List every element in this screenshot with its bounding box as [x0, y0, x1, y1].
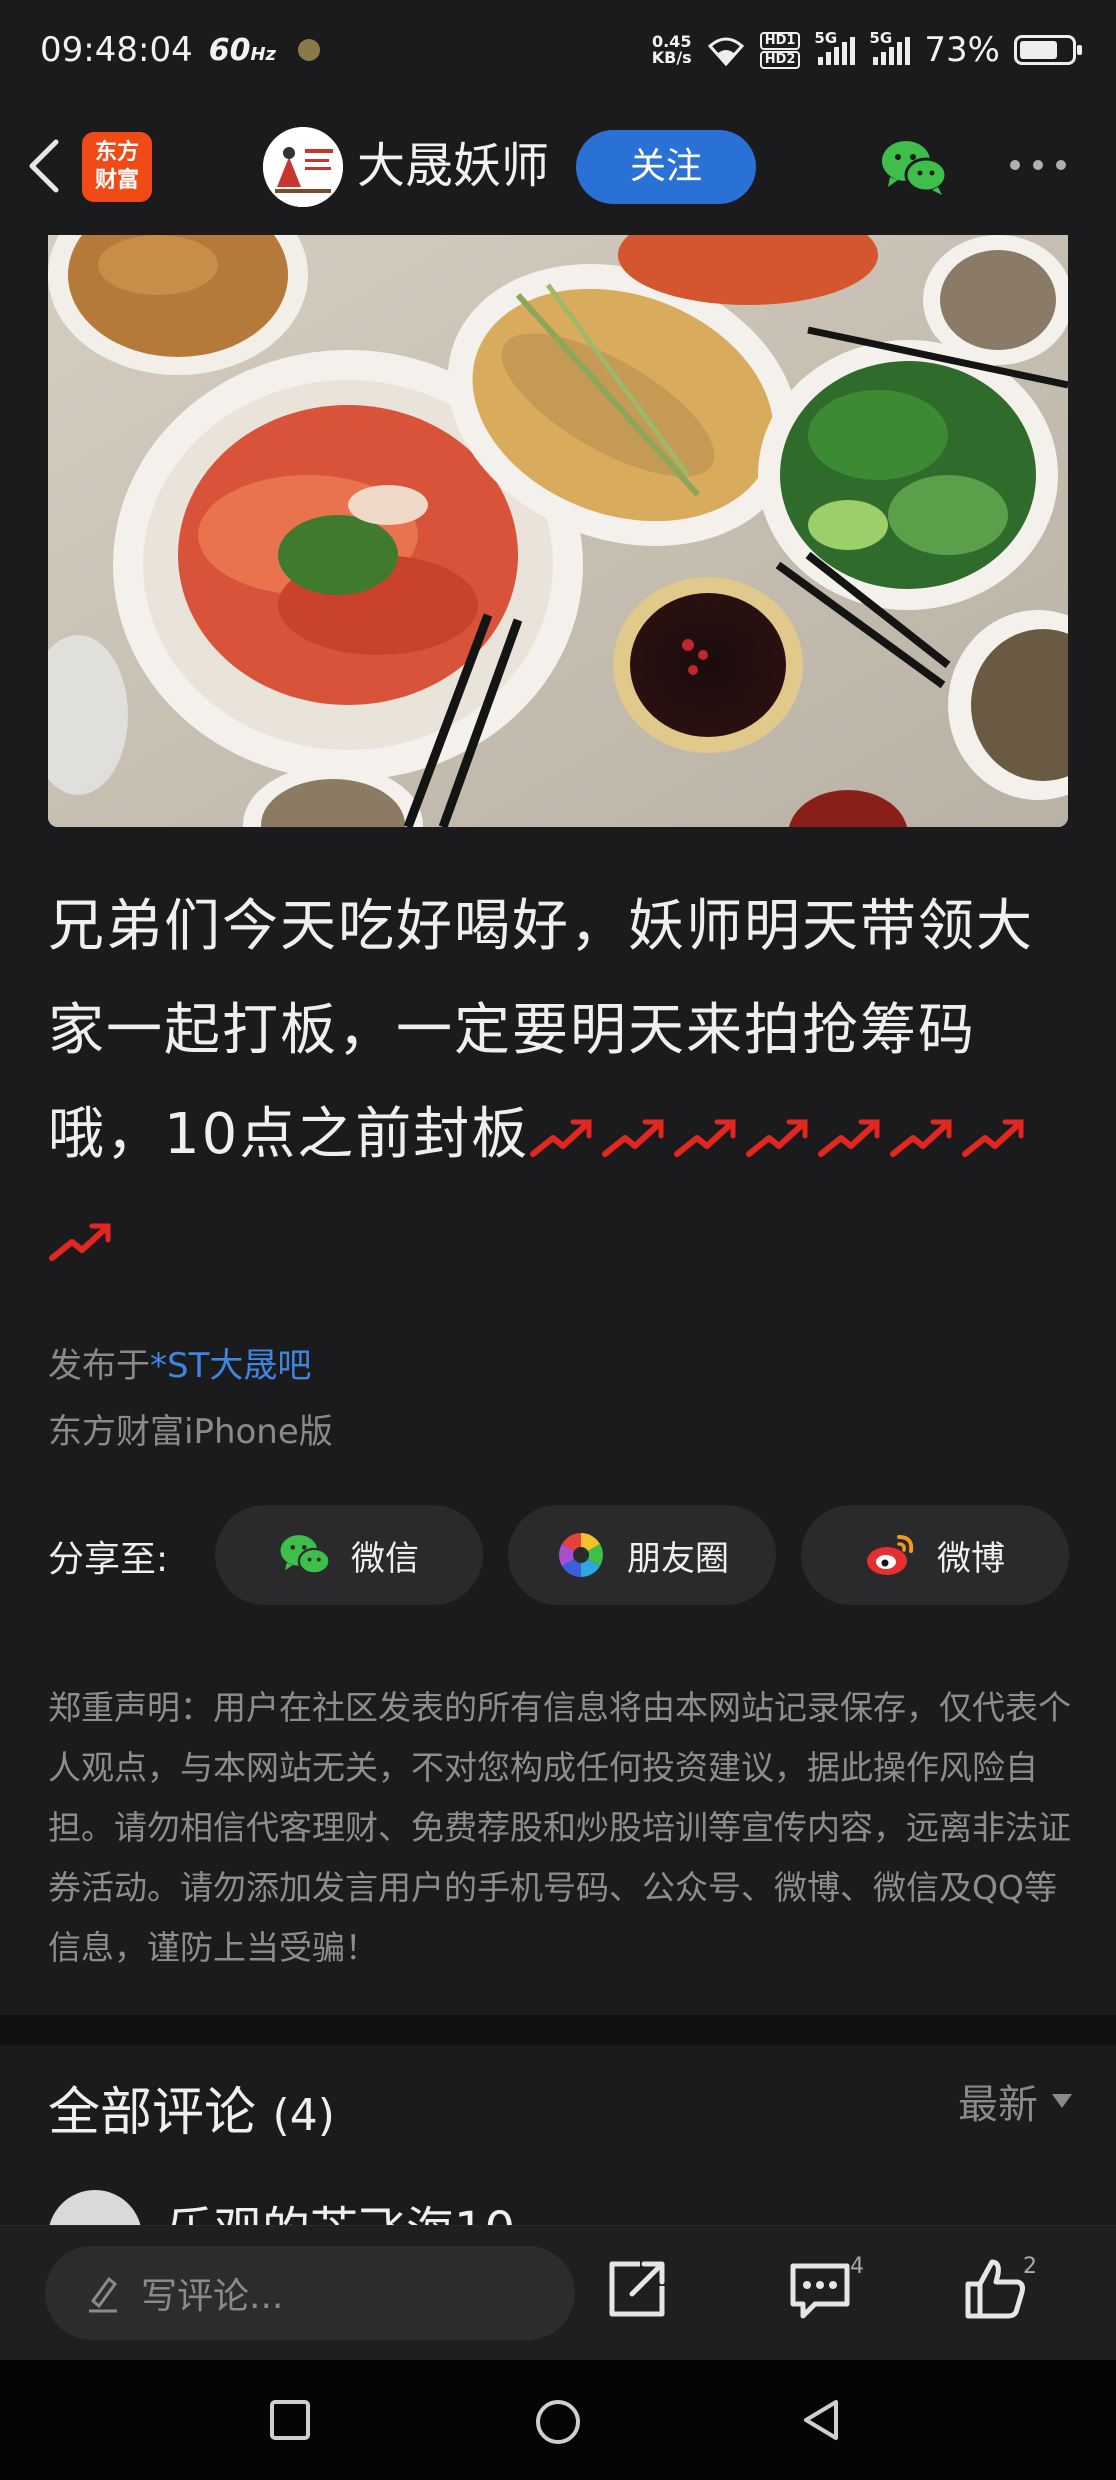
post-content: 兄弟们今天吃好喝好，妖师明天带领大家一起打板，一定要明天来拍抢筹码哦，10点之前…: [48, 875, 1078, 1291]
status-time: 09:48:04: [40, 30, 193, 70]
section-divider: [0, 2015, 1116, 2045]
like-icon[interactable]: [960, 2254, 1030, 2324]
share-moments-button[interactable]: 朋友圈: [508, 1505, 776, 1605]
chart-increasing-icon: [602, 1119, 664, 1157]
share-label: 分享至:: [48, 1539, 169, 1580]
comment-item[interactable]: 乐观的芒飞海10: [48, 2190, 1068, 2226]
more-options-icon[interactable]: [1010, 155, 1070, 175]
back-arrow-icon[interactable]: [22, 136, 70, 196]
client-source: 东方财富iPhone版: [48, 1412, 333, 1452]
net-speed: 0.45 KB/s: [651, 32, 692, 67]
author-name[interactable]: 大晟妖师: [357, 130, 549, 202]
disclaimer-text: 郑重声明：用户在社区发表的所有信息将由本网站记录保存，仅代表个人观点，与本网站无…: [48, 1688, 1071, 1967]
moments-icon: [559, 1533, 603, 1577]
status-bar: 09:48:04 60Hz 0.45 KB/s HD1 HD2 5G 5G 73…: [0, 0, 1116, 100]
share-weibo-label: 微博: [937, 1538, 1005, 1579]
comments-header: 全部评论 (4): [48, 2070, 335, 2145]
wechat-share-icon[interactable]: [880, 137, 948, 197]
share-out-icon[interactable]: [602, 2254, 672, 2324]
share-weibo-button[interactable]: 微博: [801, 1505, 1069, 1605]
post-image[interactable]: [48, 235, 1068, 827]
signal-icon-1: 5G: [814, 29, 856, 65]
forum-link[interactable]: *ST大晟吧: [150, 1346, 311, 1386]
notification-icon: [298, 39, 320, 61]
app-logo[interactable]: 东方 财富: [82, 132, 152, 202]
chart-increasing-icon: [674, 1119, 736, 1157]
chart-increasing-icon: [962, 1119, 1024, 1157]
refresh-rate: 60Hz: [208, 32, 276, 68]
published-in: 发布于*ST大晟吧: [48, 1338, 311, 1387]
battery-icon: [1014, 35, 1082, 65]
chart-increasing-icon: [818, 1119, 880, 1157]
commenter-name[interactable]: 乐观的芒飞海10: [166, 2190, 515, 2226]
dropdown-triangle-icon: [1052, 2094, 1072, 2108]
home-icon[interactable]: [534, 2398, 582, 2446]
recent-apps-icon[interactable]: [268, 2398, 312, 2442]
pencil-icon: [89, 2276, 118, 2313]
top-nav-bar: 东方 财富 大晟妖师 关注: [0, 100, 1116, 235]
battery-percent: 73%: [924, 30, 1000, 70]
follow-button[interactable]: 关注: [576, 130, 756, 204]
share-moments-label: 朋友圈: [627, 1538, 729, 1579]
comment-count-badge: 4: [850, 2254, 864, 2279]
hd-indicator: HD1 HD2: [759, 31, 801, 69]
comment-icon[interactable]: [785, 2254, 855, 2324]
back-nav-icon[interactable]: [800, 2398, 844, 2442]
comments-title: 全部评论: [48, 2083, 257, 2143]
system-nav-bar: [0, 2360, 1116, 2480]
commenter-avatar[interactable]: [48, 2190, 142, 2226]
comment-input[interactable]: 写评论...: [45, 2246, 575, 2340]
published-prefix: 发布于: [48, 1346, 150, 1386]
author-avatar[interactable]: [263, 127, 343, 207]
sort-dropdown[interactable]: 最新: [958, 2072, 1072, 2130]
sort-label: 最新: [958, 2082, 1038, 2128]
wifi-icon: [707, 37, 744, 66]
bottom-toolbar: 写评论... 4 2: [0, 2225, 1116, 2360]
comments-count: (4): [272, 2090, 335, 2141]
chart-increasing-icon: [49, 1223, 111, 1261]
wechat-icon: [280, 1535, 331, 1575]
comment-placeholder: 写评论...: [141, 2276, 284, 2317]
chart-increasing-icon: [890, 1119, 952, 1157]
chart-increasing-icon: [746, 1119, 808, 1157]
share-wechat-button[interactable]: 微信: [215, 1505, 483, 1605]
share-wechat-label: 微信: [351, 1538, 419, 1579]
chart-increasing-icon: [530, 1119, 592, 1157]
like-count-badge: 2: [1023, 2254, 1037, 2279]
weibo-icon: [867, 1535, 914, 1575]
signal-icon-2: 5G: [869, 29, 911, 65]
